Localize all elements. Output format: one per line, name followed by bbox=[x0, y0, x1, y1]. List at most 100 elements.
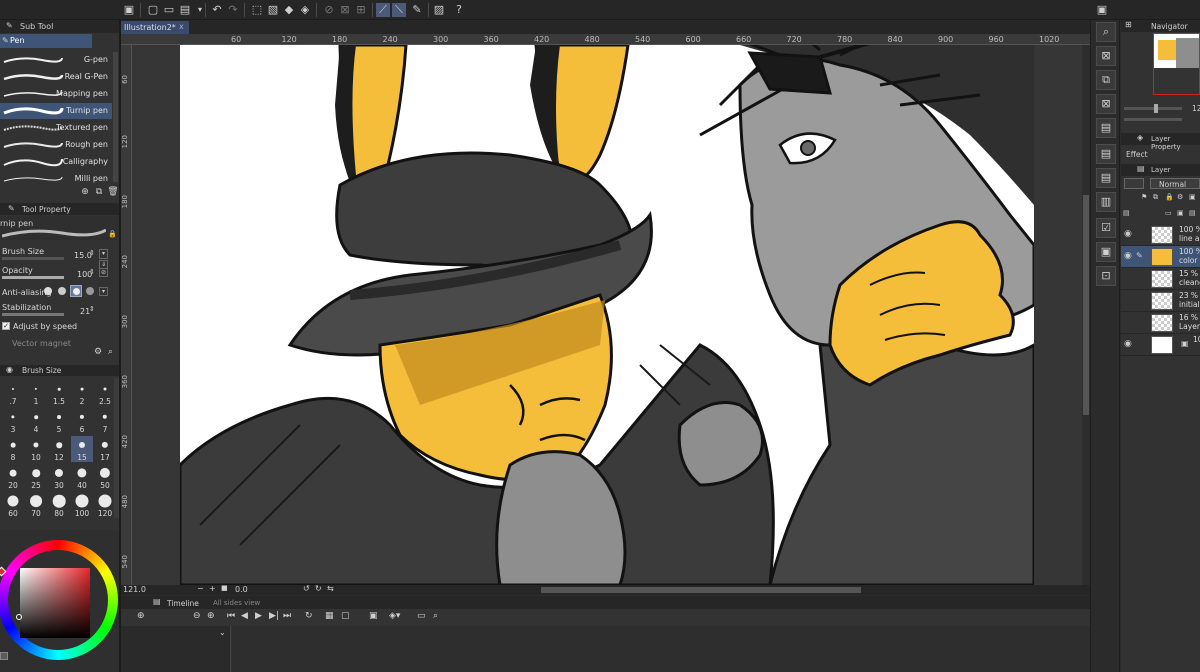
rotate-left-icon[interactable]: ↺ bbox=[303, 584, 310, 593]
antialias-none-icon[interactable] bbox=[44, 287, 52, 295]
loop-icon[interactable]: ↻ bbox=[305, 611, 313, 621]
play-icon[interactable]: ▶ bbox=[255, 611, 262, 621]
add-subtool-icon[interactable]: ⊕ bbox=[78, 185, 92, 199]
zoom-out-icon[interactable]: − bbox=[197, 584, 204, 593]
layer-icon[interactable]: ▤ bbox=[1096, 118, 1116, 138]
navigator-preview[interactable] bbox=[1153, 33, 1200, 95]
timeline-tab[interactable]: Timeline bbox=[167, 599, 199, 608]
brush-size-option[interactable]: 1 bbox=[25, 380, 47, 406]
brush-size-option[interactable]: 10 bbox=[25, 436, 47, 462]
subtool-item-g-pen[interactable]: G-pen bbox=[0, 52, 112, 68]
angle-value[interactable]: 0.0 bbox=[235, 585, 248, 594]
spin-icon[interactable]: ⇕ bbox=[89, 268, 95, 276]
search-icon[interactable]: ⌕ bbox=[1096, 22, 1116, 42]
brush-size-option[interactable]: 2.5 bbox=[94, 380, 116, 406]
search-icon[interactable]: ⌕ bbox=[108, 347, 113, 357]
adjust-speed-checkbox[interactable]: ✓ bbox=[2, 322, 10, 330]
item-bank-icon[interactable]: ☑ bbox=[1096, 218, 1116, 238]
layer-row-line-art[interactable]: ◉ 100 % line art bbox=[1121, 224, 1200, 246]
lock-alpha-icon[interactable]: ⚑ bbox=[1141, 193, 1147, 201]
save-icon[interactable]: ▤ bbox=[178, 3, 192, 17]
merge-icon[interactable]: ▣ bbox=[1177, 209, 1184, 217]
auto-action-icon[interactable]: ▤ bbox=[1096, 168, 1116, 188]
close-panel-icon[interactable]: ⊠ bbox=[1096, 94, 1116, 114]
light-table-icon[interactable]: ▣ bbox=[369, 611, 378, 621]
canvas-vertical-scrollbar[interactable] bbox=[1082, 45, 1090, 585]
app-menu-icon[interactable]: ▣ bbox=[122, 3, 136, 17]
close-icon[interactable]: x bbox=[179, 22, 184, 31]
canvas-viewport[interactable] bbox=[132, 45, 1082, 585]
brush-size-dropdown-icon[interactable]: ▾ bbox=[99, 249, 108, 259]
new-layer-icon[interactable]: ▤ bbox=[1123, 209, 1130, 217]
navigator-rotate-slider[interactable] bbox=[1124, 118, 1182, 121]
transform-icon[interactable]: ◈ bbox=[298, 3, 312, 17]
timeline-track-area[interactable] bbox=[232, 626, 1090, 672]
color-history-icon[interactable]: ⊡ bbox=[1096, 266, 1116, 286]
last-frame-icon[interactable]: ⏭ bbox=[283, 611, 291, 621]
layer-row-cleane[interactable]: 15 % N cleane bbox=[1121, 268, 1200, 290]
redo-icon[interactable]: ↷ bbox=[226, 3, 240, 17]
subtool-item-calligraphy[interactable]: Calligraphy bbox=[0, 154, 112, 170]
cel-icon[interactable]: ▢ bbox=[341, 611, 350, 621]
open-folder-icon[interactable]: ▭ bbox=[162, 3, 176, 17]
opacity-pressure-icon[interactable]: ⊘ bbox=[99, 268, 108, 277]
tool-property-tab[interactable]: Tool Property bbox=[22, 205, 71, 214]
layer-tab[interactable]: Layer bbox=[1151, 166, 1171, 174]
brush-size-option[interactable]: 7 bbox=[94, 408, 116, 434]
illustration-canvas[interactable] bbox=[180, 45, 1034, 585]
all-sides-view-tab[interactable]: All sides view bbox=[213, 599, 260, 607]
layer-row-layer[interactable]: 16 % N Layer bbox=[1121, 312, 1200, 334]
tool-settings-icon[interactable]: ▣ bbox=[1095, 3, 1109, 17]
timeline-add-icon[interactable]: ⊕ bbox=[137, 611, 145, 621]
material-icon[interactable]: ⊠ bbox=[1096, 46, 1116, 66]
navigator-zoom-slider[interactable] bbox=[1124, 104, 1182, 113]
subtool-item-real-g-pen[interactable]: Real G-Pen bbox=[0, 69, 112, 85]
brush-size-option[interactable]: 30 bbox=[48, 464, 70, 490]
opacity-slider[interactable] bbox=[2, 276, 64, 279]
flip-icon[interactable]: ⇆ bbox=[327, 584, 334, 593]
document-tab[interactable]: Illustration2* x bbox=[121, 21, 189, 34]
settings-dropdown-icon[interactable]: ◈▾ bbox=[389, 611, 400, 621]
subtool-item-rough-pen[interactable]: Rough pen bbox=[0, 137, 112, 153]
subtool-item-mapping-pen[interactable]: Mapping pen bbox=[0, 86, 112, 102]
snap-off-icon[interactable]: ⊘ bbox=[322, 3, 336, 17]
undo-icon[interactable]: ↶ bbox=[210, 3, 224, 17]
delete-layer-icon[interactable]: ▤ bbox=[1189, 209, 1196, 217]
brush-size-option[interactable]: 2 bbox=[71, 380, 93, 406]
blend-mode-dropdown[interactable]: Normal bbox=[1150, 178, 1200, 189]
brush-size-option[interactable]: 6 bbox=[71, 408, 93, 434]
layer-row-initial-s[interactable]: 23 % N initial s bbox=[1121, 290, 1200, 312]
antialias-medium-icon[interactable] bbox=[70, 285, 82, 297]
brush-size-option[interactable]: 70 bbox=[25, 492, 47, 518]
saturation-value-square[interactable] bbox=[20, 568, 90, 638]
subtool-group-pen[interactable]: ✎ Pen bbox=[0, 34, 92, 48]
canvas-horizontal-scrollbar[interactable] bbox=[541, 587, 861, 593]
subtool-item-textured-pen[interactable]: Textured pen bbox=[0, 120, 112, 136]
deselect-icon[interactable]: ⬚ bbox=[250, 3, 264, 17]
timeline-zoom-out-icon[interactable]: ⊖ bbox=[193, 611, 201, 621]
subtool-tab[interactable]: Sub Tool bbox=[20, 22, 53, 31]
brush-size-option[interactable]: 50 bbox=[94, 464, 116, 490]
onion-skin-icon[interactable]: ▦ bbox=[325, 611, 334, 621]
layer-row-color[interactable]: ◉ ✎ 100 % color bbox=[1121, 246, 1200, 268]
brush-size-option[interactable]: 100 bbox=[71, 492, 93, 518]
visibility-eye-icon[interactable]: ◉ bbox=[1124, 251, 1134, 261]
brush-size-option[interactable]: 12 bbox=[48, 436, 70, 462]
navigator-tab[interactable]: Navigator bbox=[1151, 22, 1188, 31]
new-file-icon[interactable]: ▢ bbox=[146, 3, 160, 17]
brush-size-option[interactable]: 17 bbox=[94, 436, 116, 462]
layer-color-dropdown[interactable] bbox=[1124, 178, 1144, 189]
lock-icon[interactable]: 🔒 bbox=[1165, 193, 1174, 201]
copy-subtool-icon[interactable]: ⧉ bbox=[92, 185, 106, 199]
fit-icon[interactable]: ■ bbox=[221, 584, 228, 592]
timeline-search-icon[interactable]: ⌕ bbox=[433, 611, 438, 621]
layer-row-paper[interactable]: ◉ ▣ 100 bbox=[1121, 334, 1200, 356]
timeline-zoom-in-icon[interactable]: ⊕ bbox=[207, 611, 215, 621]
color-picker-marker[interactable] bbox=[16, 614, 22, 620]
brush-size-slider[interactable] bbox=[2, 257, 64, 260]
brush-size-option[interactable]: 1.5 bbox=[48, 380, 70, 406]
antialias-strong-icon[interactable] bbox=[86, 287, 94, 295]
brush-size-option[interactable]: 120 bbox=[94, 492, 116, 518]
ref-icon[interactable]: ⚙ bbox=[1177, 193, 1183, 201]
zoom-in-icon[interactable]: + bbox=[209, 584, 216, 593]
